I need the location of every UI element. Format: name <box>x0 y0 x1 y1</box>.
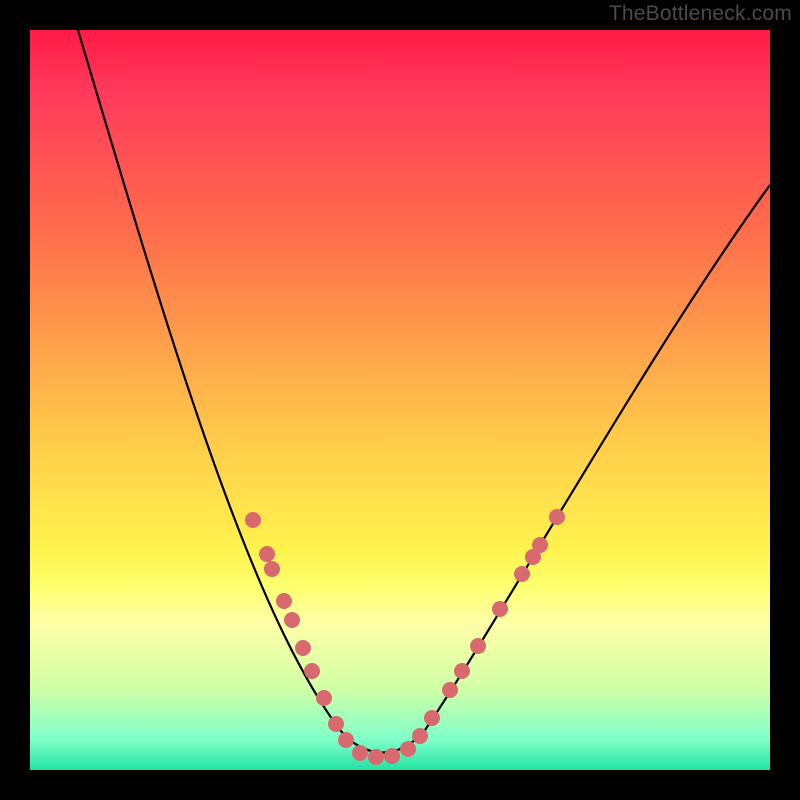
marker-dot <box>338 732 354 748</box>
marker-dot <box>454 663 470 679</box>
marker-dot <box>470 638 486 654</box>
marker-dot <box>284 612 300 628</box>
marker-dot <box>259 546 275 562</box>
chart-frame: TheBottleneck.com <box>0 0 800 800</box>
watermark-text: TheBottleneck.com <box>609 2 792 26</box>
plot-area <box>30 30 770 770</box>
marker-dot <box>352 745 368 761</box>
bottleneck-curve-path <box>78 30 770 753</box>
marker-dot <box>532 537 548 553</box>
curve-svg <box>30 30 770 770</box>
marker-dot <box>368 749 384 765</box>
marker-dot <box>400 741 416 757</box>
marker-dot <box>245 512 261 528</box>
marker-dot <box>442 682 458 698</box>
marker-dot <box>328 716 344 732</box>
marker-dot <box>384 748 400 764</box>
marker-dot <box>304 663 320 679</box>
marker-dot <box>514 566 530 582</box>
marker-dot <box>316 690 332 706</box>
marker-dot <box>424 710 440 726</box>
marker-dot <box>492 601 508 617</box>
marker-dot <box>549 509 565 525</box>
marker-dot <box>264 561 280 577</box>
marker-dot <box>295 640 311 656</box>
marker-dot <box>412 728 428 744</box>
marker-dot <box>276 593 292 609</box>
